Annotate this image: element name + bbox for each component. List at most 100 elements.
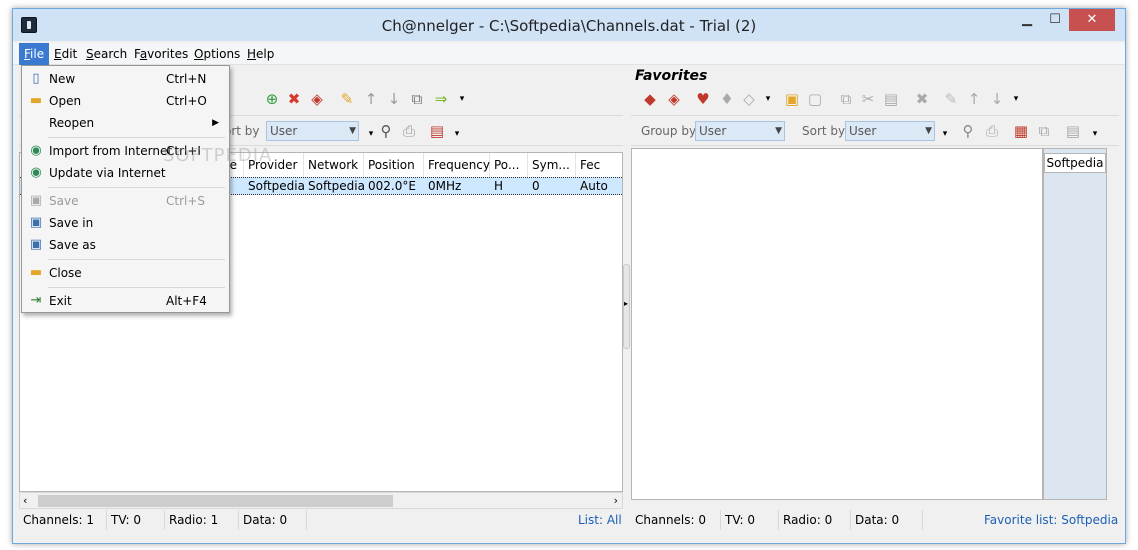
cell-frequency: 0MHz (428, 179, 462, 193)
delete-icon[interactable]: ✖ (913, 90, 931, 108)
down-icon[interactable]: ↓ (988, 90, 1006, 108)
menu-bar: File Edit Search Favorites Options Help (13, 43, 1125, 65)
favorite-gray-icon[interactable]: ♦ (718, 90, 736, 108)
menu-file[interactable]: File (19, 43, 50, 65)
menu-separator (48, 187, 225, 188)
find-doc-icon[interactable]: ⎙ (983, 122, 1001, 140)
menu-options[interactable]: Options (189, 43, 245, 65)
window-title: Ch@nnelger - C:\Softpedia\Channels.dat -… (381, 17, 757, 35)
scroll-right-icon[interactable]: › (614, 493, 618, 508)
minimize-button[interactable]: ▁ (1013, 9, 1041, 31)
toolbar-dropdown-icon[interactable]: ▾ (453, 90, 471, 108)
title-bar[interactable]: Ch@nnelger - C:\Softpedia\Channels.dat -… (13, 9, 1125, 41)
col-position[interactable]: Position (364, 153, 424, 177)
open-folder-icon: ▬ (29, 93, 43, 108)
status-favorite-list-link[interactable]: Favorite list: Softpedia (984, 510, 1118, 530)
status-tv: TV: 0 (721, 510, 779, 530)
cell-position: 002.0°E (368, 179, 416, 193)
menu-item-exit[interactable]: ⇥ Exit Alt+F4 (24, 290, 227, 312)
status-list-link[interactable]: List: All (578, 510, 622, 530)
globe-import-icon: ◉ (30, 143, 42, 158)
favorite-options-icon[interactable]: ◇ (740, 90, 758, 108)
menu-item-reopen[interactable]: Reopen ▶ (24, 112, 227, 134)
binoculars-icon[interactable]: ⚲ (377, 122, 395, 140)
add-favorite-icon[interactable]: ◆ (641, 90, 659, 108)
move-dropdown-icon[interactable]: ▾ (1007, 90, 1025, 108)
remove-tag-icon[interactable]: ◈ (308, 90, 326, 108)
splitter-arrow-icon[interactable]: ▸ (624, 299, 628, 308)
sort-by-combo[interactable]: User ▼ (266, 121, 359, 141)
app-window: Ch@nnelger - C:\Softpedia\Channels.dat -… (12, 8, 1126, 544)
channels-status-bar: Channels: 1 TV: 0 Radio: 1 Data: 0 List:… (19, 510, 623, 530)
col-fec[interactable]: Fec (576, 153, 622, 177)
col-polarization[interactable]: Po... (490, 153, 528, 177)
menu-item-save[interactable]: ▣ Save Ctrl+S (24, 190, 227, 212)
group-by-combo[interactable]: User ▼ (695, 121, 785, 141)
favorites-sort-bar: Group by User ▼ Sort by User ▼ ▾ ⚲ ⎙ ▦ ⧉ ▤… (631, 116, 1119, 146)
edit-pencil-icon[interactable]: ✎ (338, 90, 356, 108)
find-doc-icon[interactable]: ⎙ (400, 122, 418, 140)
menu-separator (48, 137, 225, 138)
file-menu-dropdown: ▯ New Ctrl+N ▬ Open Ctrl+O Reopen ▶ ◉ Im… (21, 65, 230, 313)
edit-icon[interactable]: ✎ (942, 90, 960, 108)
report-icon[interactable]: ▤ (1064, 122, 1082, 140)
cell-symbol-rate: 0 (532, 179, 540, 193)
favorites-list[interactable] (631, 148, 1043, 500)
menu-separator (48, 259, 225, 260)
menu-item-open[interactable]: ▬ Open Ctrl+O (24, 90, 227, 112)
move-down-icon[interactable]: ↓ (385, 90, 403, 108)
delete-channel-icon[interactable]: ✖ (285, 90, 303, 108)
report-icon[interactable]: ▤ (428, 122, 446, 140)
favorites-title: Favorites (635, 68, 708, 84)
menu-item-save-as[interactable]: ▣ Save as (24, 234, 227, 256)
up-icon[interactable]: ↑ (965, 90, 983, 108)
favorite-heart-icon[interactable]: ♥ (694, 90, 712, 108)
save-as-icon: ▣ (29, 237, 43, 252)
cut-icon[interactable]: ✂ (859, 90, 877, 108)
paste-icon[interactable]: ▤ (882, 90, 900, 108)
sort-by-combo[interactable]: User ▼ (845, 121, 935, 141)
menu-edit[interactable]: Edit (49, 43, 82, 65)
sort-dropdown-icon[interactable]: ▾ (936, 125, 954, 143)
copy-icon[interactable]: ⧉ (837, 90, 855, 108)
col-symbol-rate[interactable]: Sym... (528, 153, 576, 177)
status-radio: Radio: 0 (779, 510, 851, 530)
list-icon[interactable]: ▦ (1012, 122, 1030, 140)
status-data: Data: 0 (851, 510, 923, 530)
close-button[interactable]: ✕ (1069, 9, 1115, 31)
status-channels: Channels: 0 (631, 510, 721, 530)
save-icon: ▣ (29, 193, 43, 208)
tab-softpedia[interactable]: Softpedia (1044, 153, 1106, 173)
menu-item-save-in[interactable]: ▣ Save in (24, 212, 227, 234)
chevron-down-icon: ▼ (925, 126, 932, 136)
menu-help[interactable]: Help (242, 43, 279, 65)
favorites-status-bar: Channels: 0 TV: 0 Radio: 0 Data: 0 Favor… (631, 510, 1119, 530)
menu-separator (48, 287, 225, 288)
move-right-icon[interactable]: ⇒ (432, 90, 450, 108)
binoculars-icon[interactable]: ⚲ (959, 122, 977, 140)
menu-item-new[interactable]: ▯ New Ctrl+N (24, 68, 227, 90)
report-dropdown-icon[interactable]: ▾ (1086, 125, 1104, 143)
cell-fec: Auto (580, 179, 608, 193)
remove-favorite-icon[interactable]: ◈ (665, 90, 683, 108)
menu-favorites[interactable]: Favorites (129, 43, 193, 65)
report-dropdown-icon[interactable]: ▾ (448, 125, 466, 143)
favorite-dropdown-icon[interactable]: ▾ (759, 90, 777, 108)
new-list-icon[interactable]: ▣ (783, 90, 801, 108)
maximize-button[interactable]: ☐ (1041, 9, 1069, 31)
window-icon[interactable]: ⧉ (408, 90, 426, 108)
new-file-icon: ▯ (32, 71, 40, 86)
col-frequency[interactable]: Frequency (424, 153, 490, 177)
rename-list-icon[interactable]: ▢ (806, 90, 824, 108)
panel-splitter[interactable]: ▸ (623, 264, 630, 349)
menu-search[interactable]: Search (81, 43, 132, 65)
scroll-left-icon[interactable]: ‹ (23, 493, 27, 508)
scrollbar-thumb[interactable] (38, 495, 393, 507)
chevron-down-icon: ▼ (775, 126, 782, 136)
move-up-icon[interactable]: ↑ (362, 90, 380, 108)
col-network[interactable]: Network (304, 153, 364, 177)
list-copy-icon[interactable]: ⧉ (1035, 122, 1053, 140)
menu-item-close[interactable]: ▬ Close (24, 262, 227, 284)
add-channel-icon[interactable]: ⊕ (263, 90, 281, 108)
horizontal-scrollbar[interactable]: ‹ › (19, 492, 623, 509)
